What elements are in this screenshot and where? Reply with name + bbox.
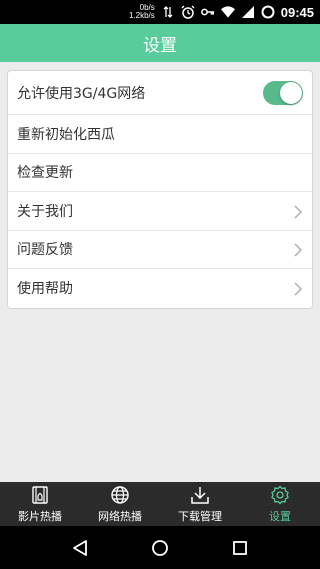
tab-web-hot[interactable]: 网络热播 — [80, 482, 160, 526]
settings-row-reinitialize[interactable]: 重新初始化西瓜 — [8, 115, 312, 154]
back-icon[interactable] — [69, 537, 91, 559]
settings-row-label: 问题反馈 — [17, 242, 73, 259]
toggle-knob — [280, 81, 302, 104]
network-speed: 0b/s 1.2kb/s — [129, 4, 155, 20]
settings-row-mobile-network[interactable]: 允许使用3G/4G网络 — [8, 71, 312, 115]
tab-movie-hot[interactable]: 影片热播 — [0, 482, 80, 526]
settings-row-check-update[interactable]: 检查更新 — [8, 154, 312, 192]
key-icon — [200, 5, 215, 19]
status-bar: 0b/s 1.2kb/s 09:45 — [0, 0, 320, 24]
net-up-speed: 1.2kb/s — [128, 11, 155, 20]
gear-icon — [270, 485, 290, 505]
clock: 09:45 — [280, 4, 314, 20]
settings-row-feedback[interactable]: 问题反馈 — [8, 231, 312, 269]
download-icon — [190, 485, 210, 505]
wifi-icon — [220, 5, 235, 19]
film-icon — [30, 485, 50, 505]
page-title: 设置 — [143, 35, 177, 56]
settings-row-about-us[interactable]: 关于我们 — [8, 192, 312, 231]
tab-download-manager[interactable]: 下载管理 — [160, 482, 240, 526]
settings-row-label: 关于我们 — [17, 203, 73, 220]
signal-icon — [241, 5, 255, 19]
chevron-right-icon — [293, 204, 303, 219]
settings-row-label: 检查更新 — [17, 165, 73, 182]
settings-row-label: 使用帮助 — [17, 281, 73, 298]
settings-list: 允许使用3G/4G网络 重新初始化西瓜 检查更新 关于我们 问题反馈 使用帮助 — [7, 70, 313, 309]
recents-icon[interactable] — [229, 537, 251, 559]
tab-label: 设置 — [269, 509, 291, 523]
app-bar: 设置 — [0, 24, 320, 62]
alarm-icon — [181, 5, 195, 19]
chevron-right-icon — [293, 242, 303, 257]
settings-row-label: 重新初始化西瓜 — [17, 126, 115, 143]
settings-row-help[interactable]: 使用帮助 — [8, 269, 312, 308]
bottom-tab-bar: 影片热播 网络热播 下载管理 设置 — [0, 482, 320, 526]
system-nav-bar — [0, 526, 320, 569]
tab-label: 影片热播 — [18, 509, 62, 523]
mobile-network-toggle[interactable] — [263, 80, 303, 105]
data-transfer-icon — [161, 5, 175, 19]
home-icon[interactable] — [149, 537, 171, 559]
circle-status-icon — [261, 5, 275, 19]
tab-settings[interactable]: 设置 — [240, 482, 320, 526]
settings-row-label: 允许使用3G/4G网络 — [17, 85, 146, 102]
tab-label: 下载管理 — [178, 509, 222, 523]
globe-icon — [110, 485, 130, 505]
tab-label: 网络热播 — [98, 509, 142, 523]
chevron-right-icon — [293, 281, 303, 296]
